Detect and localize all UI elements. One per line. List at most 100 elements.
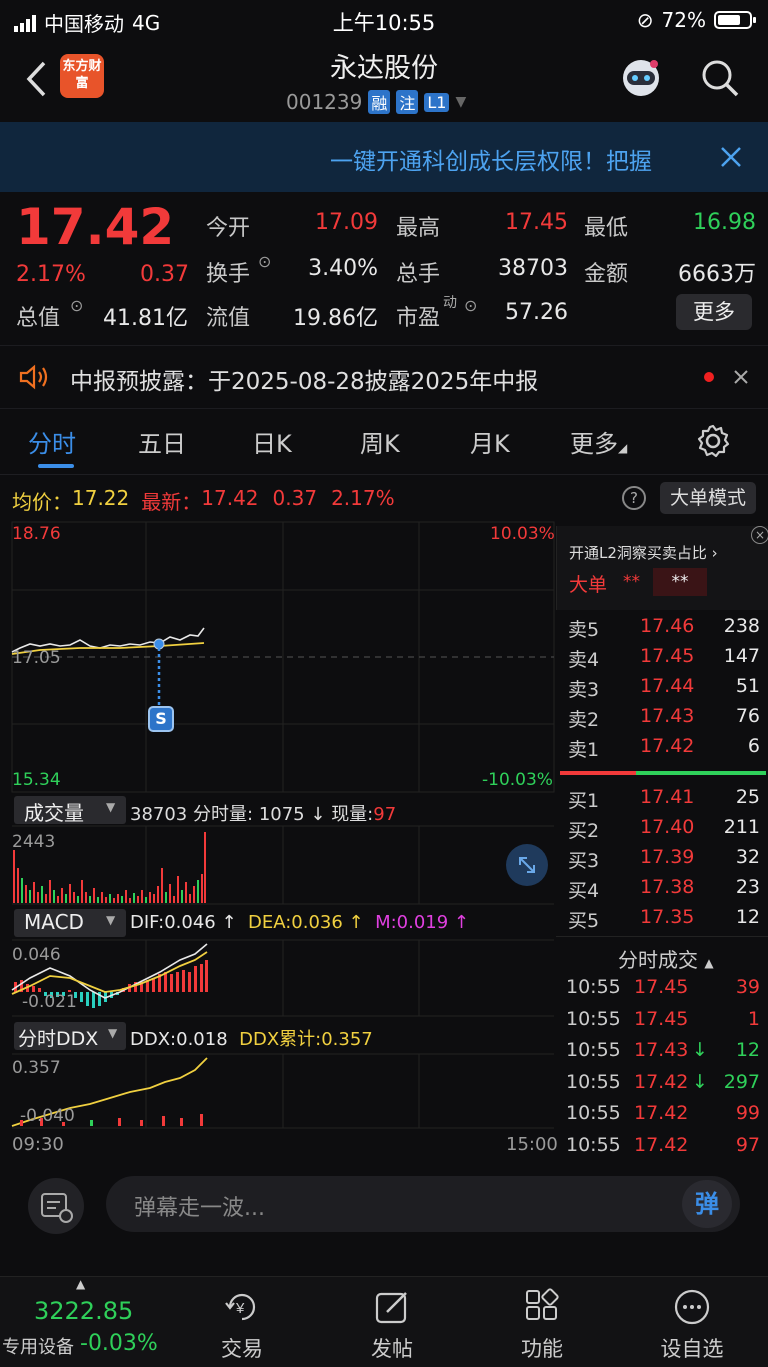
ask-level-5[interactable]: 卖1 17.42 6 [556, 731, 768, 761]
trade-time: 10:55 [566, 1007, 621, 1030]
robot-assistant-icon[interactable] [618, 54, 664, 100]
ask-level-3[interactable]: 卖3 17.44 51 [556, 671, 768, 701]
settings-gear-icon[interactable] [696, 424, 730, 458]
trade-price: 17.42 [634, 1070, 689, 1093]
level-label: 买1 [568, 790, 600, 812]
dropdown-caret-icon: ▼ [106, 913, 116, 927]
avg-value: 17.22 [72, 486, 130, 510]
trade-row: 10:55 17.45 1 [556, 1004, 768, 1034]
stock-code-row[interactable]: 001239 融 注 L1 ▼ [286, 90, 466, 114]
ddx-indicator-select[interactable]: 分时DDX ▼ [14, 1022, 126, 1050]
tab-weekly-k[interactable]: 周K [360, 424, 400, 459]
low-label: 最低 [584, 216, 629, 241]
trade-row: 10:55 17.43 ↓ 12 [556, 1035, 768, 1065]
nav-trade[interactable]: ¥ 交易 [192, 1287, 292, 1363]
more-dots-icon [674, 1289, 710, 1325]
tab-five-day[interactable]: 五日 [138, 424, 186, 459]
promo-banner[interactable]: 一键开通科创成长层权限！把握 [0, 122, 768, 192]
quote-panel: 17.42 2.17% 0.37 今开 17.09 最高 17.45 最低 16… [0, 192, 768, 342]
macd-indicator-select[interactable]: MACD ▼ [14, 909, 126, 937]
danmaku-input[interactable]: 弹幕走一波... 弹 [106, 1176, 740, 1232]
trade-row: 10:55 17.42 ↓ 297 [556, 1067, 768, 1097]
index-widget[interactable]: ▲ 3222.85 专用设备 -0.03% [0, 1277, 190, 1367]
level-price: 17.44 [640, 675, 695, 697]
index-label: 专用设备 [2, 1337, 74, 1358]
close-icon[interactable] [720, 146, 742, 168]
notice-bar[interactable]: 中报预披露：于2025-08-28披露2025年中报 [0, 345, 768, 409]
trade-time: 10:55 [566, 1070, 621, 1093]
tab-intraday[interactable]: 分时 [28, 424, 76, 459]
ddx-readout: DDX:0.018 DDX累计:0.357 [130, 1029, 373, 1050]
bid-level-4[interactable]: 买4 17.38 23 [556, 872, 768, 902]
amount-value: 6663万 [678, 262, 756, 287]
status-bar: 中国移动 4G 上午10:55 ⊘ 72% [0, 0, 768, 40]
expand-caret-icon: ▲ [76, 1277, 86, 1291]
volume-readout: 38703 分时量: 1075 ↓ 现量:97 [130, 804, 397, 825]
nav-add-watchlist[interactable]: 设自选 [642, 1287, 742, 1363]
dropdown-caret-icon: ▼ [106, 800, 116, 814]
trade-time: 10:55 [566, 976, 621, 998]
price-axis-top: 18.76 [12, 524, 61, 544]
pe-label: 市盈 [396, 306, 441, 331]
bid-level-3[interactable]: 买3 17.39 32 [556, 842, 768, 872]
sell-signal-marker[interactable]: S [148, 706, 174, 732]
bid-level-1[interactable]: 买1 17.41 25 [556, 782, 768, 812]
big-order-mode-button[interactable]: 大单模式 [660, 482, 756, 514]
comment-list-button[interactable] [28, 1178, 84, 1234]
ask-level-4[interactable]: 卖2 17.43 76 [556, 701, 768, 731]
speaker-icon [19, 364, 48, 390]
trade-row: 10:55 17.45 39 [556, 972, 768, 1002]
volume-indicator-select[interactable]: 成交量 ▼ [14, 796, 126, 825]
change-percent: 2.17% [16, 262, 86, 287]
trades-title[interactable]: 分时成交 ▲ [618, 944, 714, 973]
bid-level-5[interactable]: 买5 17.35 12 [556, 902, 768, 932]
help-icon[interactable]: ? [622, 486, 646, 510]
turnover-label: 换手 [206, 262, 251, 287]
info-icon[interactable]: ⊙ [464, 296, 477, 315]
tab-monthly-k[interactable]: 月K [470, 424, 510, 459]
dropdown-caret-icon: ▼ [108, 1026, 118, 1040]
tab-more[interactable]: 更多◢ [570, 424, 627, 459]
level-price: 17.41 [640, 786, 695, 808]
level-label: 卖1 [568, 739, 600, 761]
bid-level-2[interactable]: 买2 17.40 211 [556, 812, 768, 842]
trade-price: 17.43 [634, 1039, 689, 1061]
level-price: 17.35 [640, 906, 695, 928]
tab-daily-k[interactable]: 日K [252, 424, 292, 459]
close-icon[interactable] [734, 370, 748, 384]
tag-level1: L1 [424, 92, 450, 112]
search-icon[interactable] [700, 58, 740, 98]
trade-volume: 1 [747, 1007, 760, 1030]
expand-chart-button[interactable] [506, 844, 548, 886]
l2-promo-box[interactable]: 开通L2洞察买卖占比 › × 大单 ** ** [556, 526, 768, 610]
level-price: 17.39 [640, 846, 695, 868]
tab-active-indicator [38, 464, 74, 468]
more-button[interactable]: 更多 [676, 294, 752, 330]
danmaku-send-button[interactable]: 弹 [682, 1180, 732, 1228]
nav-post[interactable]: 发帖 [342, 1287, 442, 1363]
volume-axis-max: 2443 [12, 832, 56, 852]
app-header: 东方财富 永达股份 001239 融 注 L1 ▼ [0, 40, 768, 120]
divider [556, 936, 768, 937]
ask-level-2[interactable]: 卖4 17.45 147 [556, 641, 768, 671]
svg-text:¥: ¥ [235, 1300, 245, 1317]
info-icon[interactable]: ⊙ [70, 296, 83, 315]
market-cap-label: 总值 [16, 306, 61, 331]
volume-value: 38703 [498, 256, 568, 281]
intraday-chart[interactable] [0, 520, 556, 1160]
trade-price: 17.42 [634, 1102, 689, 1124]
amount-label: 金额 [584, 262, 629, 287]
info-icon[interactable]: ⊙ [258, 252, 271, 271]
level-volume: 51 [735, 675, 760, 697]
level-label: 买4 [568, 880, 600, 902]
tag-margin: 融 [368, 90, 391, 114]
nav-functions[interactable]: 功能 [492, 1287, 592, 1363]
close-icon[interactable]: × [751, 526, 768, 544]
level-volume: 6 [747, 735, 760, 757]
market-cap-value: 41.81亿 [103, 306, 188, 331]
latest-value: 17.42 [201, 486, 259, 510]
level-label: 买5 [568, 910, 600, 932]
notice-text: 中报预披露：于2025-08-28披露2025年中报 [70, 369, 539, 395]
ask-level-1[interactable]: 卖5 17.46 238 [556, 611, 768, 641]
macd-axis-bottom: -0.021 [22, 992, 77, 1012]
